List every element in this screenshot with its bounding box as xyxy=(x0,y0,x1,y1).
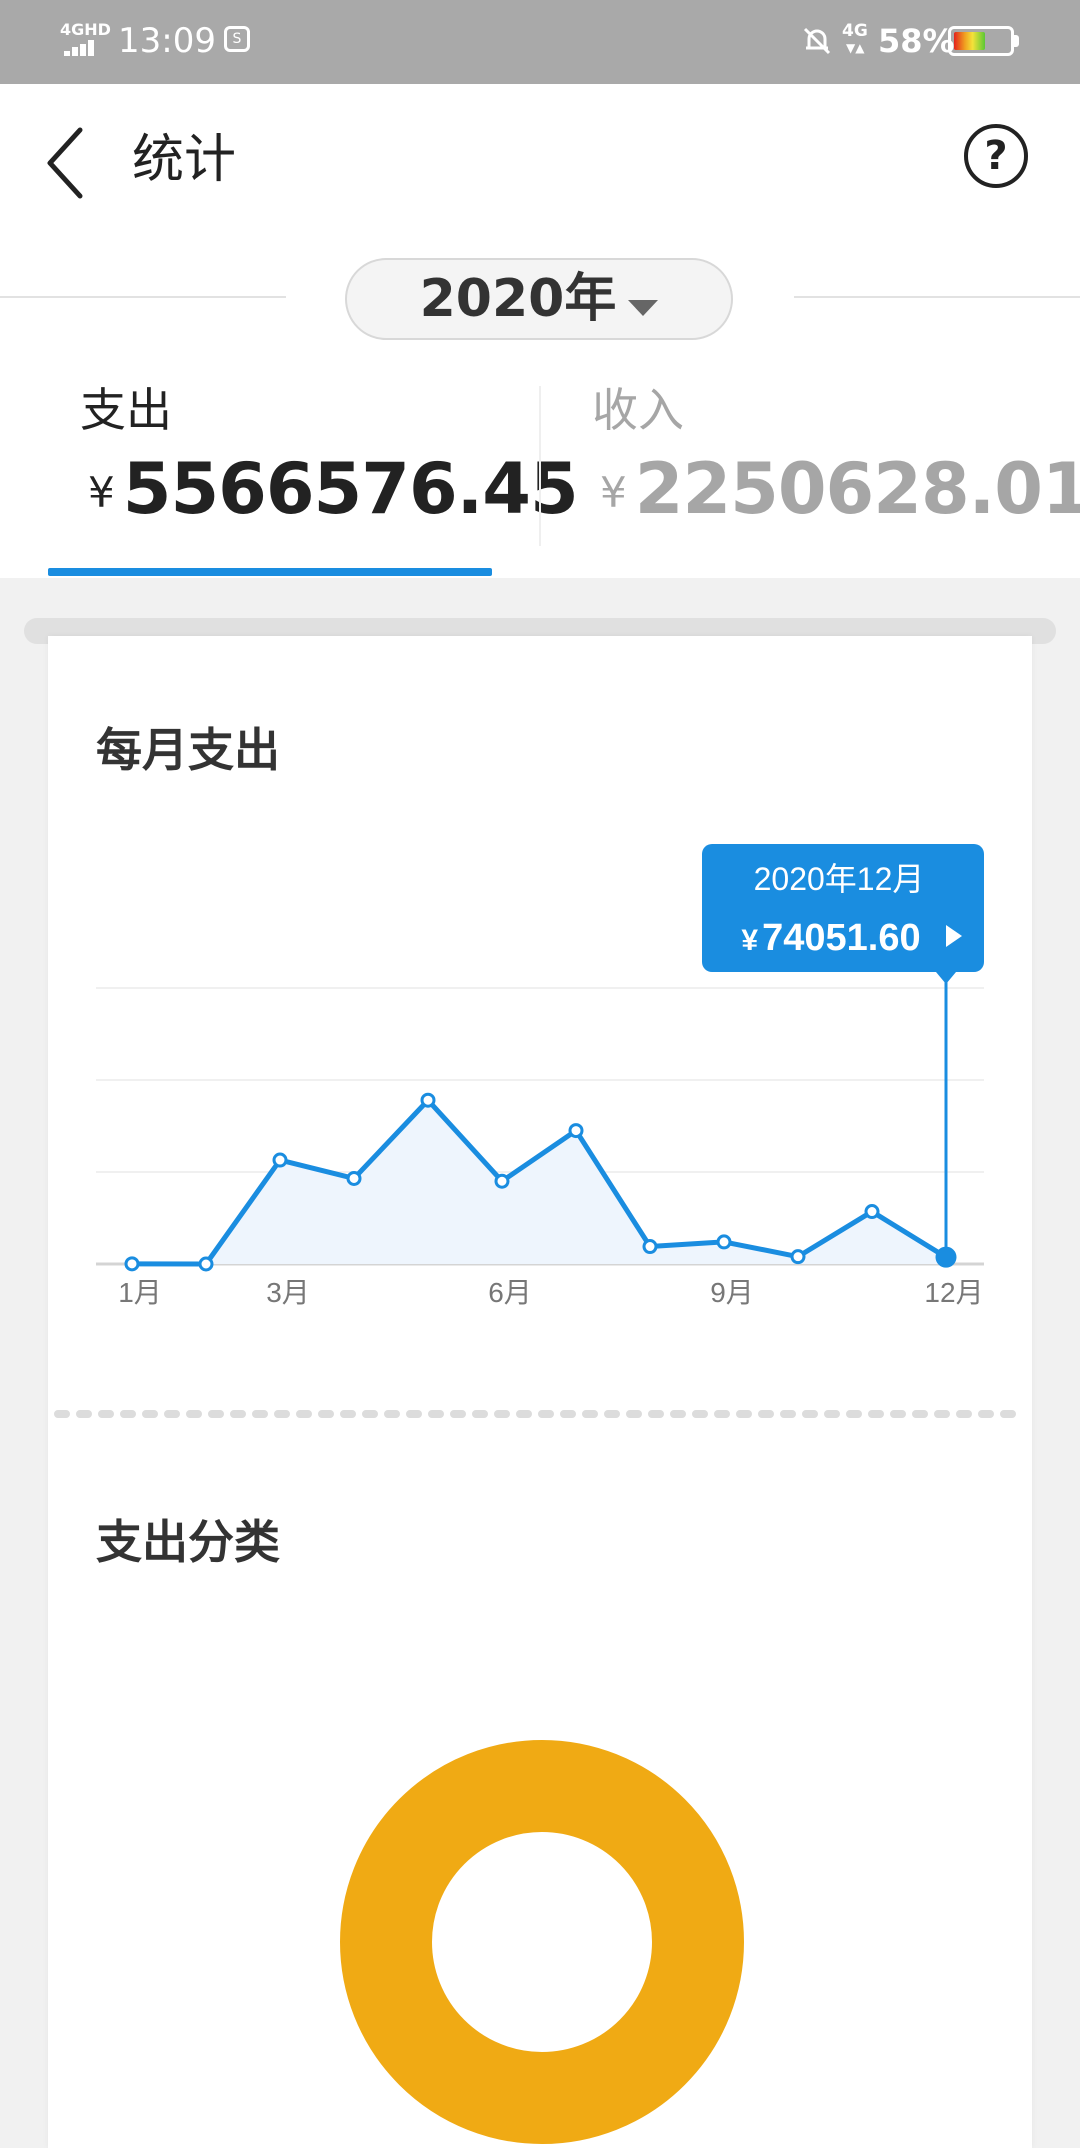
tab-expense-label: 支出 xyxy=(80,383,172,437)
income-total: ¥2250628.01 xyxy=(600,448,1080,530)
tab-expense[interactable]: 支出 ¥5566576.45 xyxy=(48,376,579,576)
currency-symbol: ¥ xyxy=(600,468,627,517)
x-tick-label: 3月 xyxy=(266,1277,310,1308)
x-tick-label: 9月 xyxy=(710,1277,754,1308)
stats-header: 统计 ? 2020年 支出 ¥5566576.45 收入 ¥2250628.01 xyxy=(0,84,1080,578)
battery-tip xyxy=(1014,35,1019,47)
network-type: 4GHD xyxy=(60,20,111,39)
data-point-month-6[interactable] xyxy=(494,1173,510,1189)
x-tick-label: 12月 xyxy=(924,1277,983,1308)
data-point-month-1[interactable] xyxy=(124,1256,140,1272)
x-tick-label: 6月 xyxy=(488,1277,532,1308)
stats-card: 每月支出 1月 3月 6月 9月 12月 2020年12月 ¥74051.60 支出分类 xyxy=(48,636,1032,2148)
battery-percent: 58% xyxy=(878,22,955,60)
data-point-month-8[interactable] xyxy=(642,1239,658,1255)
chevron-left-icon xyxy=(47,127,83,199)
year-selector[interactable]: 2020年 xyxy=(345,258,733,340)
expense-amount: 5566576.45 xyxy=(122,448,579,530)
clock: 13:09 xyxy=(118,21,216,61)
data-point-month-7[interactable] xyxy=(568,1123,584,1139)
divider-line xyxy=(0,296,286,298)
divider-line xyxy=(794,296,1080,298)
category-expense-title: 支出分类 xyxy=(96,1515,280,1569)
year-label: 2020年 xyxy=(419,269,617,329)
selected-tab-indicator xyxy=(48,568,492,576)
tab-income[interactable]: 收入 ¥2250628.01 xyxy=(560,376,1080,576)
chart-tooltip[interactable]: 2020年12月 ¥74051.60 xyxy=(702,844,984,984)
status-bar: 4GHD 13:09 S 4G ▼▲ 58% xyxy=(0,0,1080,84)
tooltip-currency: ¥ xyxy=(741,924,758,957)
battery-icon xyxy=(948,26,1014,56)
battery-level xyxy=(954,32,985,50)
category-donut-chart[interactable] xyxy=(340,1740,744,2144)
x-tick-label: 1月 xyxy=(118,1277,162,1308)
data-point-month-12[interactable] xyxy=(935,1246,957,1268)
mobile-data-label: 4G xyxy=(842,21,868,41)
monthly-expense-title: 每月支出 xyxy=(96,723,280,777)
tooltip-pointer xyxy=(936,972,956,984)
income-amount: 2250628.01 xyxy=(634,448,1080,530)
data-point-month-9[interactable] xyxy=(716,1234,732,1250)
currency-symbol: ¥ xyxy=(88,468,115,517)
data-arrows-icon: ▼▲ xyxy=(846,41,865,55)
data-point-month-3[interactable] xyxy=(272,1152,288,1168)
question-mark-icon: ? xyxy=(984,133,1008,179)
tooltip-amount: ¥74051.60 xyxy=(741,917,920,959)
tooltip-title: 2020年12月 xyxy=(754,861,925,897)
signal-icon xyxy=(64,40,102,56)
tooltip-value: 74051.60 xyxy=(762,917,921,959)
donut-slice[interactable] xyxy=(340,1740,744,2144)
bell-off-icon xyxy=(803,27,831,55)
page-title: 统计 xyxy=(132,130,237,190)
data-point-month-2[interactable] xyxy=(198,1256,214,1272)
card-perforation xyxy=(54,1410,1026,1418)
tab-divider xyxy=(539,386,541,546)
expense-total: ¥5566576.45 xyxy=(88,448,579,530)
caret-down-icon xyxy=(628,299,659,316)
help-button[interactable]: ? xyxy=(964,124,1028,188)
data-point-month-10[interactable] xyxy=(790,1249,806,1265)
data-point-month-5[interactable] xyxy=(420,1092,436,1108)
app-notification-icon: S xyxy=(224,26,250,52)
data-point-month-11[interactable] xyxy=(864,1204,880,1220)
data-point-month-4[interactable] xyxy=(346,1170,362,1186)
tab-income-label: 收入 xyxy=(592,383,684,437)
back-button[interactable] xyxy=(36,120,96,206)
monthly-expense-chart[interactable]: 1月 3月 6月 9月 12月 2020年12月 ¥74051.60 xyxy=(48,816,1032,1376)
